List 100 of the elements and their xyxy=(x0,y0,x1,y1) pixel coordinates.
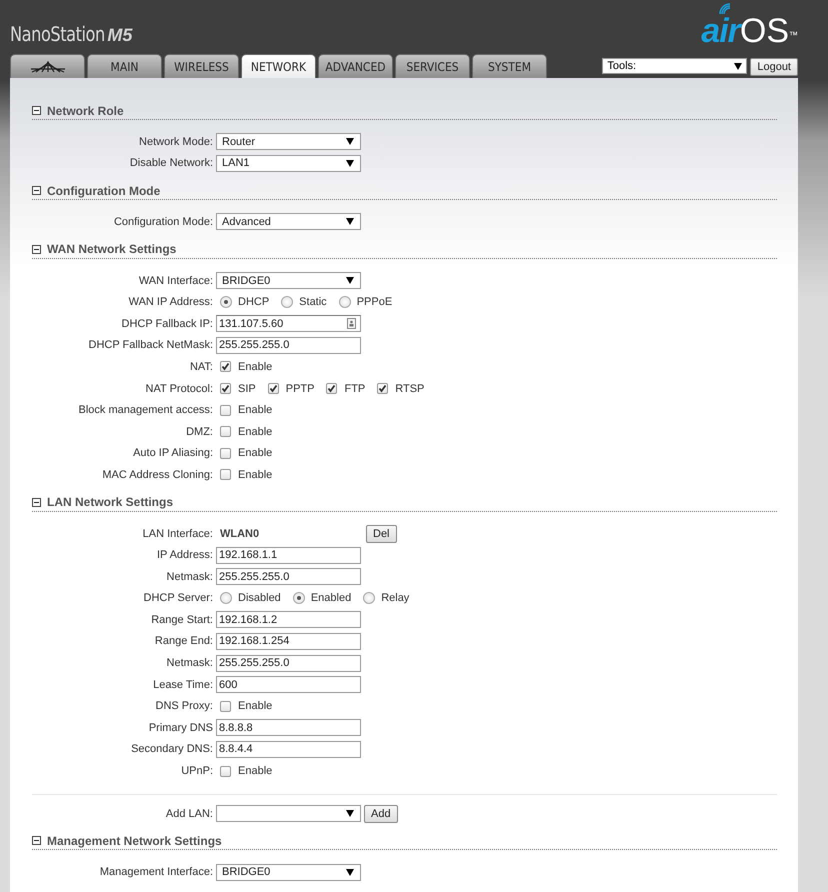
field-label: Network Mode: xyxy=(138,136,213,148)
field-label: Management Interface: xyxy=(98,866,213,878)
radio-button[interactable] xyxy=(220,592,232,604)
tools-dropdown[interactable]: Tools: xyxy=(602,58,748,74)
input-field[interactable]: 8.8.4.4 xyxy=(216,740,361,758)
option-label: Enabled xyxy=(310,592,352,604)
checkbox[interactable] xyxy=(377,383,388,394)
field-label: Disable Network: xyxy=(128,157,213,170)
field-label: Lease Time: xyxy=(152,678,213,691)
nav-tab[interactable]: ADVANCED xyxy=(318,54,393,78)
field-label: DHCP Fallback NetMask: xyxy=(88,339,213,352)
nav-tab[interactable]: NETWORK xyxy=(241,54,316,78)
caret-icon xyxy=(734,62,742,70)
input-field[interactable]: 255.255.255.0 xyxy=(216,568,361,586)
nav-tab[interactable]: SERVICES xyxy=(395,54,470,78)
dropdown[interactable]: BRIDGE0 xyxy=(216,272,361,290)
option-label: DHCP xyxy=(238,296,270,308)
key-icon[interactable] xyxy=(347,318,356,330)
checkbox[interactable] xyxy=(220,404,231,416)
option-label: Static xyxy=(299,296,327,308)
input-field[interactable]: 600 xyxy=(216,676,361,694)
wifi-icon xyxy=(718,2,732,16)
dropdown[interactable]: Router xyxy=(216,133,361,150)
checkbox[interactable] xyxy=(220,361,231,372)
field-label: Range Start: xyxy=(150,614,213,626)
starburst-icon xyxy=(30,60,66,72)
option-label: Enable xyxy=(238,426,272,438)
logout-button[interactable]: Logout xyxy=(750,58,798,76)
section-title: WAN Network Settings xyxy=(47,242,176,256)
option-label: Enable xyxy=(238,447,272,460)
delete-button[interactable]: Del xyxy=(366,524,397,543)
field-label: DNS Proxy: xyxy=(154,700,213,712)
field-label: NAT: xyxy=(188,360,213,373)
collapse-icon[interactable] xyxy=(32,244,41,254)
collapse-icon[interactable] xyxy=(32,186,41,196)
add-button[interactable]: Add xyxy=(364,804,398,823)
field-label: Configuration Mode: xyxy=(112,216,213,228)
product-name: NanoStation xyxy=(10,22,105,46)
field-label: Secondary DNS: xyxy=(130,743,213,756)
radio-button[interactable] xyxy=(220,296,232,308)
collapse-icon[interactable] xyxy=(32,836,41,846)
field-label: Primary DNS xyxy=(148,722,213,734)
checkbox[interactable] xyxy=(220,426,231,438)
field-label: Add LAN: xyxy=(164,808,213,820)
input-field[interactable]: 255.255.255.0 xyxy=(216,336,361,354)
field-label: NAT Protocol: xyxy=(144,382,213,395)
option-label: Disabled xyxy=(238,592,281,604)
nav-tab[interactable]: SYSTEM xyxy=(472,54,547,78)
input-field[interactable]: 192.168.1.254 xyxy=(216,632,361,650)
input-field[interactable]: 255.255.255.0 xyxy=(216,654,361,672)
radio-button[interactable] xyxy=(292,592,305,604)
field-label: DMZ: xyxy=(185,426,213,438)
field-label: Range End: xyxy=(154,635,213,648)
collapse-icon[interactable] xyxy=(32,106,41,115)
checkbox[interactable] xyxy=(220,448,231,459)
caret-icon xyxy=(346,218,354,226)
radio-button[interactable] xyxy=(338,296,351,308)
checkbox[interactable] xyxy=(220,469,231,480)
input-field[interactable]: 192.168.1.1 xyxy=(216,546,361,564)
field-label: Block management access: xyxy=(77,404,213,416)
home-tab[interactable] xyxy=(10,54,85,78)
dropdown[interactable]: Advanced xyxy=(216,213,361,230)
nav-tab[interactable]: WIRELESS xyxy=(164,54,239,78)
caret-icon xyxy=(346,160,354,167)
caret-icon xyxy=(346,138,354,146)
logo-air: air xyxy=(701,16,740,46)
radio-button[interactable] xyxy=(363,592,376,604)
caret-icon xyxy=(346,277,354,284)
field-label: LAN Interface: xyxy=(142,528,213,540)
nav-tab[interactable]: MAIN xyxy=(87,54,162,78)
radio-button[interactable] xyxy=(281,296,294,308)
section-title: Configuration Mode xyxy=(47,184,160,198)
option-label: Enable xyxy=(238,404,272,416)
collapse-icon[interactable] xyxy=(32,498,41,507)
option-label: Enable xyxy=(238,468,272,481)
checkbox[interactable] xyxy=(326,383,338,394)
option-label: PPPoE xyxy=(356,296,392,308)
dropdown[interactable] xyxy=(216,805,361,822)
checkbox[interactable] xyxy=(220,766,231,777)
field-label: Auto IP Aliasing: xyxy=(132,447,213,460)
checkbox[interactable] xyxy=(220,383,231,394)
input-field[interactable]: 8.8.8.8 xyxy=(216,719,361,736)
field-label: UPnP: xyxy=(180,765,213,778)
option-label: RTSP xyxy=(395,382,424,395)
field-label: Netmask: xyxy=(166,657,213,670)
input-field[interactable]: 192.168.1.2 xyxy=(216,611,361,628)
section-title: Network Role xyxy=(47,104,124,118)
dropdown[interactable]: BRIDGE0 xyxy=(216,864,361,881)
field-label: IP Address: xyxy=(156,549,213,562)
option-label: FTP xyxy=(344,382,366,395)
option-label: SIP xyxy=(238,382,256,395)
dropdown[interactable]: LAN1 xyxy=(216,154,361,172)
option-label: Enable xyxy=(238,360,272,373)
field-label: Netmask: xyxy=(166,570,213,583)
checkbox[interactable] xyxy=(220,700,231,712)
input-field[interactable]: 131.107.5.60 xyxy=(216,315,361,332)
option-label: Relay xyxy=(381,592,410,604)
checkbox[interactable] xyxy=(268,383,279,394)
option-label: PPTP xyxy=(286,382,314,395)
caret-icon xyxy=(346,810,354,818)
